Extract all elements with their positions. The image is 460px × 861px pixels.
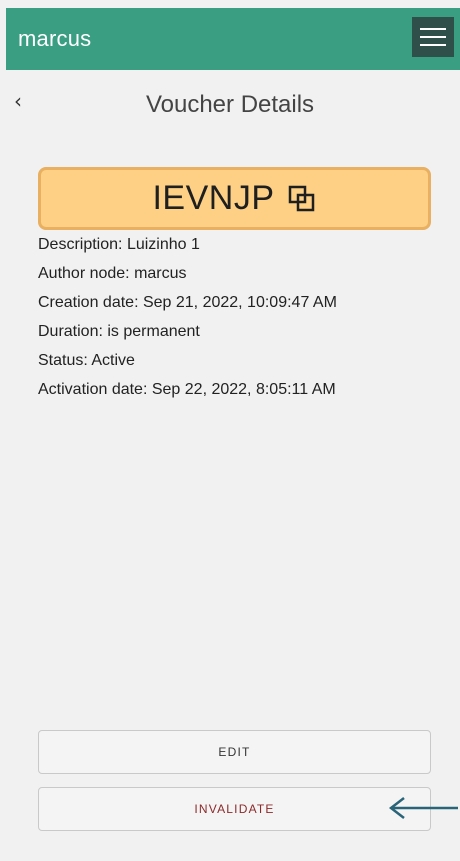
app-screen: marcus ‹ Voucher Details IEVNJP Descript…: [0, 0, 460, 861]
detail-duration: Duration: is permanent: [38, 323, 200, 340]
detail-activation-date: Activation date: Sep 22, 2022, 8:05:11 A…: [38, 381, 336, 398]
detail-status: Status: Active: [38, 352, 135, 369]
app-header: marcus: [6, 8, 460, 70]
edit-button[interactable]: EDIT: [38, 730, 431, 774]
voucher-code: IEVNJP: [152, 179, 275, 217]
page-header: ‹ Voucher Details: [0, 85, 460, 129]
page-title: Voucher Details: [145, 91, 315, 118]
detail-author-node: Author node: marcus: [38, 265, 187, 282]
detail-creation-date: Creation date: Sep 21, 2022, 10:09:47 AM: [38, 294, 337, 311]
voucher-code-box: IEVNJP: [38, 167, 431, 230]
invalidate-button[interactable]: INVALIDATE: [38, 787, 431, 831]
detail-description: Description: Luizinho 1: [38, 236, 200, 253]
voucher-details: Description: Luizinho 1 Author node: mar…: [38, 234, 448, 408]
copy-icon[interactable]: [287, 184, 317, 214]
left-arrow-icon: [388, 797, 458, 819]
hamburger-menu-icon[interactable]: [412, 17, 454, 57]
app-title: marcus: [18, 26, 92, 51]
